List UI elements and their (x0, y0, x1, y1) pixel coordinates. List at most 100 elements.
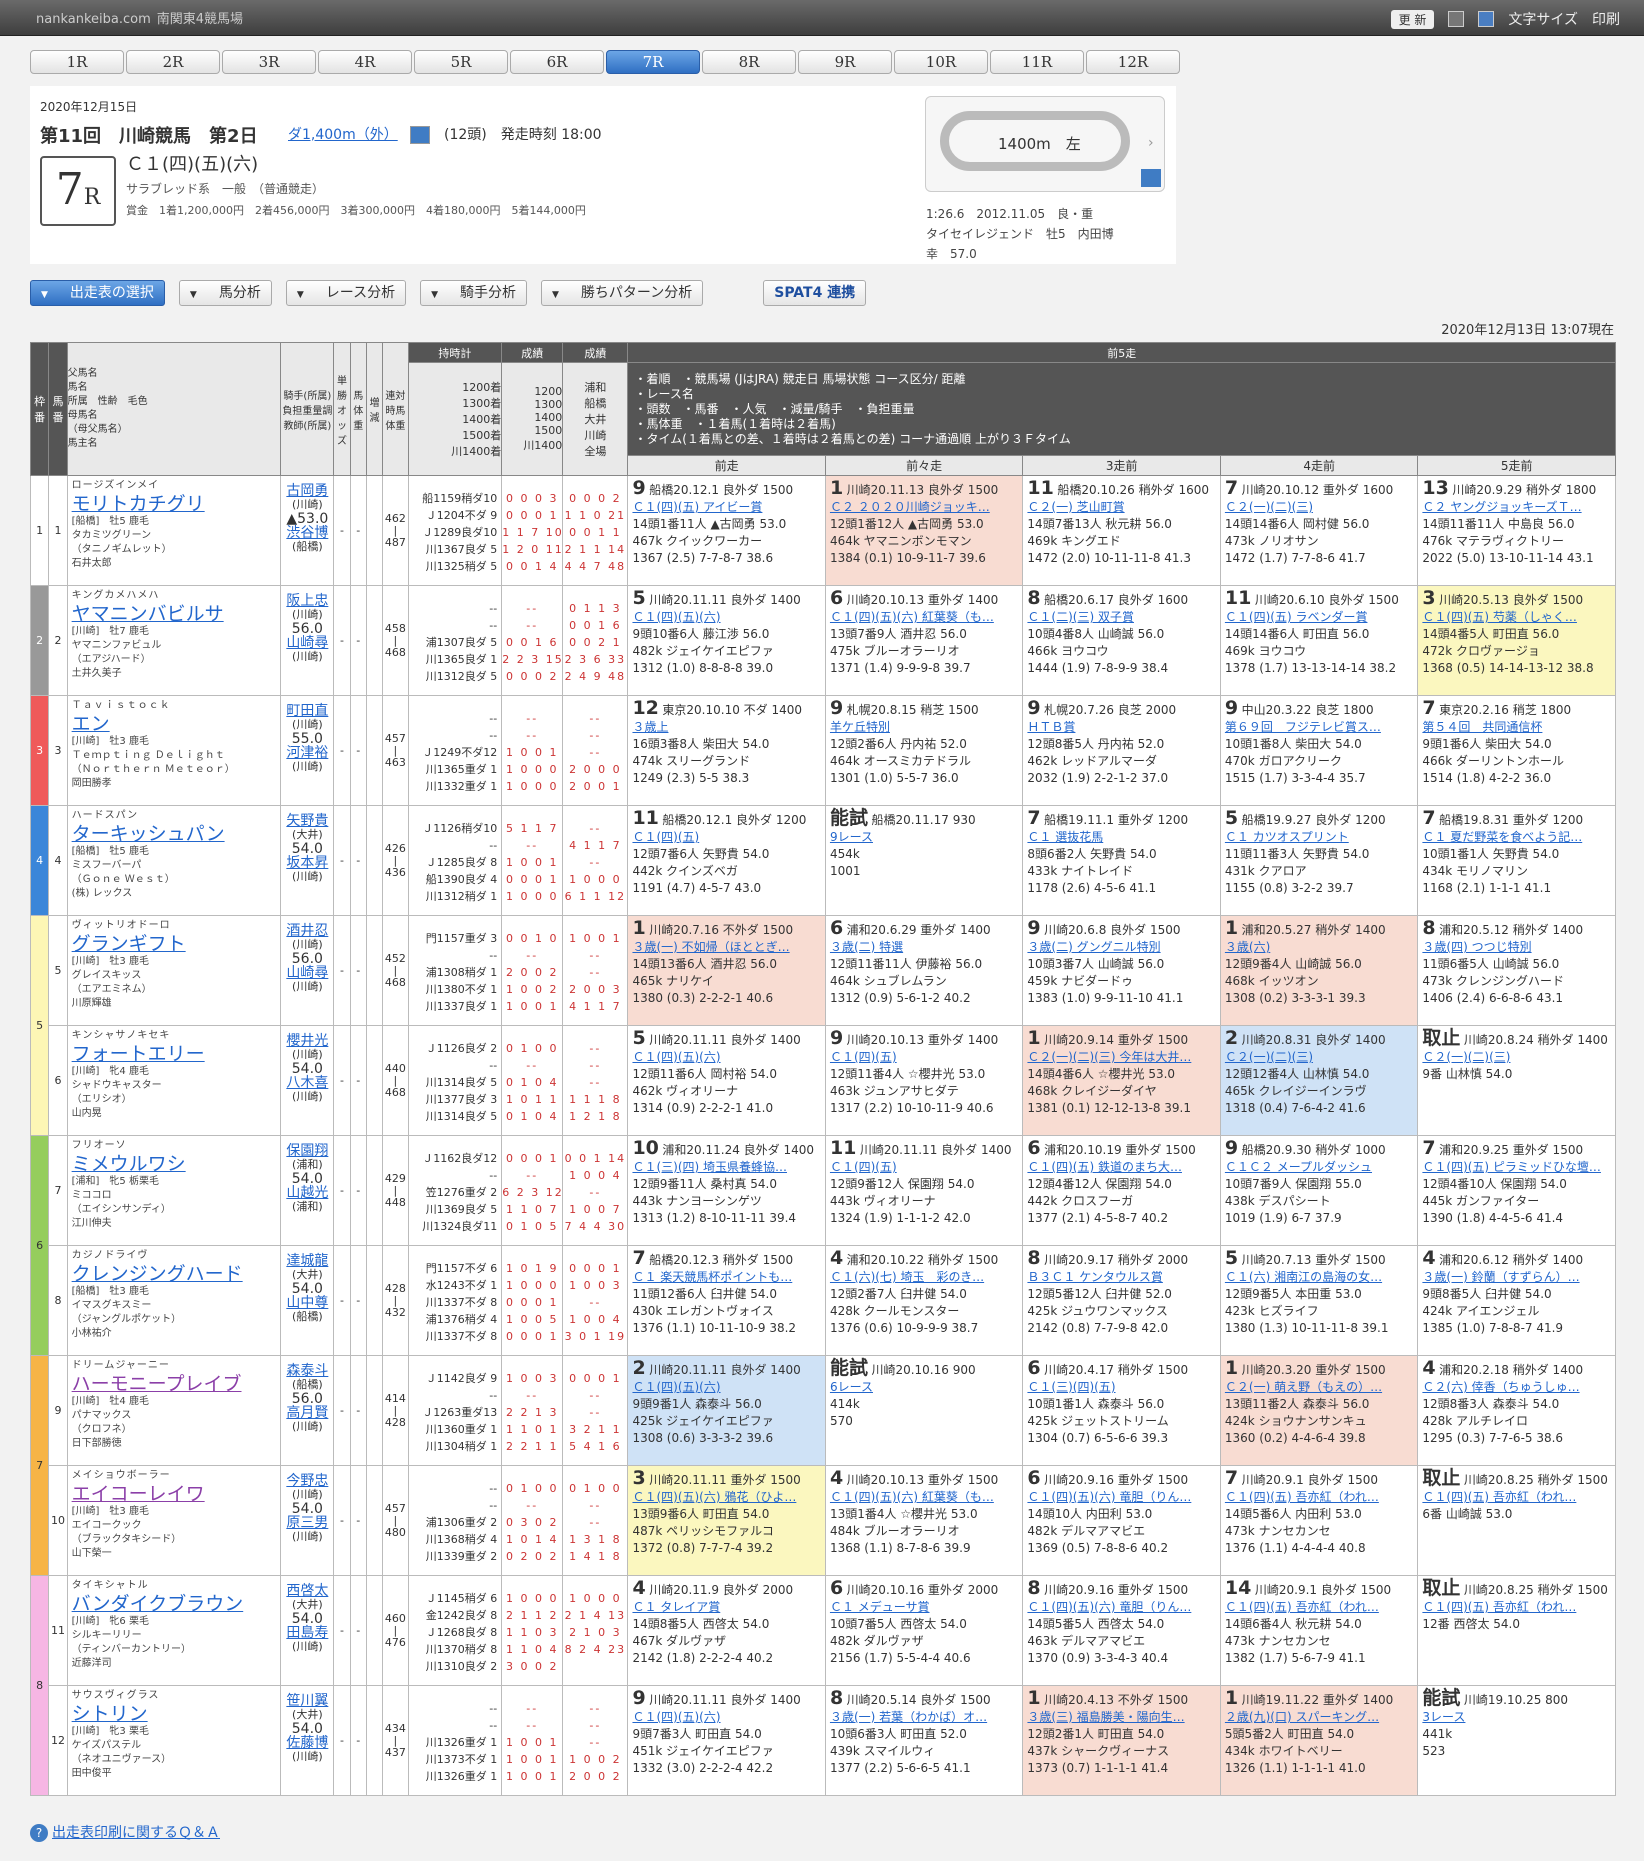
trainer-link[interactable]: 渋谷博 (282, 526, 333, 540)
trainer-link[interactable]: 坂本昇 (282, 856, 333, 870)
horse-name-link[interactable]: クレンジングハード (72, 1263, 277, 1285)
past-race-link[interactable]: Ｃ１(四)(五)(六) 鴉花（ひよ… (632, 1489, 820, 1506)
past-race-link[interactable]: Ｃ２(一) 芝山町賞 (1027, 499, 1215, 516)
past-race-link[interactable]: Ｃ１ メデューサ賞 (830, 1599, 1018, 1616)
past-race-link[interactable]: Ｃ１(四)(五) 吾亦紅（われ… (1225, 1599, 1413, 1616)
past-race-link[interactable]: 第５４回 共同通信杯 (1422, 719, 1611, 736)
horse-analysis-button[interactable]: ▼ 馬分析 (178, 280, 272, 306)
past-race-link[interactable]: Ｃ１(四)(五)(六) 竜胆（りん… (1027, 1599, 1215, 1616)
past-race-link[interactable]: Ｃ１(四)(五) (830, 1049, 1018, 1066)
past-race-link[interactable]: Ｃ２(一)(二)(三) 今年は大井… (1027, 1049, 1215, 1066)
refresh-button[interactable]: 更 新 (1390, 9, 1435, 29)
horse-name-link[interactable]: エン (72, 713, 277, 735)
trainer-link[interactable]: 田島寿 (282, 1626, 333, 1640)
tab-6r[interactable]: 6R (510, 50, 604, 74)
past-race-link[interactable]: Ｃ１(三)(四)(五) (1027, 1379, 1215, 1396)
jockey-link[interactable]: 西啓太 (282, 1584, 333, 1598)
past-race-link[interactable]: ３歳(六) (1225, 939, 1413, 956)
jockey-link[interactable]: 古岡勇 (282, 484, 333, 498)
jockey-analysis-button[interactable]: ▼ 騎手分析 (420, 280, 527, 306)
tab-1r[interactable]: 1R (30, 50, 124, 74)
course-diagram[interactable]: 1400m 左 › (925, 96, 1165, 192)
past-race-link[interactable]: Ｃ１(六) 湘南江の島海の女… (1225, 1269, 1413, 1286)
course-map-icon[interactable] (410, 126, 430, 144)
past-race-link[interactable]: Ｃ１(四)(五)(六) (632, 1709, 820, 1726)
past-race-link[interactable]: Ｃ２(一)(二)(三) (1422, 1049, 1611, 1066)
horse-name-link[interactable]: ミメウルワシ (72, 1153, 277, 1175)
font-size-label[interactable]: 文字サイズ (1508, 9, 1578, 29)
trainer-link[interactable]: 八木喜 (282, 1076, 333, 1090)
past-race-link[interactable]: ３歳(一) 鈴蘭（すずらん）… (1422, 1269, 1611, 1286)
chevron-right-icon[interactable]: › (1148, 135, 1154, 151)
past-race-link[interactable]: Ｃ１ 選抜花馬 (1027, 829, 1215, 846)
jockey-link[interactable]: 笹川翼 (282, 1694, 333, 1708)
past-race-link[interactable]: ３歳(一) 不如帰（ほととぎ… (632, 939, 820, 956)
past-race-link[interactable]: Ｃ１(四)(五) 芍薬（しゃく… (1422, 609, 1611, 626)
past-race-link[interactable]: Ｃ１(二)(三) 双子賞 (1027, 609, 1215, 626)
trainer-link[interactable]: 山越光 (282, 1186, 333, 1200)
past-race-link[interactable]: Ｃ１(四)(五) ピラミッドひな壇… (1422, 1159, 1611, 1176)
print-button[interactable]: 印刷 (1592, 9, 1620, 29)
jockey-link[interactable]: 森泰斗 (282, 1364, 333, 1378)
font-medium-icon[interactable] (1478, 11, 1495, 27)
past-race-link[interactable]: Ｃ１(四)(五)(六) (632, 1379, 820, 1396)
past-race-link[interactable]: 6レース (830, 1379, 1018, 1396)
jockey-link[interactable]: 今野忠 (282, 1474, 333, 1488)
past-race-link[interactable]: ＨＴＢ賞 (1027, 719, 1215, 736)
tab-5r[interactable]: 5R (414, 50, 508, 74)
past-race-link[interactable]: Ｂ３Ｃ１ ケンタウルス賞 (1027, 1269, 1215, 1286)
past-race-link[interactable]: Ｃ１(四)(五) ラベンダー賞 (1225, 609, 1413, 626)
horse-name-link[interactable]: フォートエリー (72, 1043, 277, 1065)
footer-link[interactable]: ? 出走表印刷に関するＱ＆Ａ (30, 1822, 220, 1842)
horse-name-link[interactable]: シトリン (72, 1703, 277, 1725)
race-analysis-button[interactable]: ▼ レース分析 (285, 280, 407, 306)
past-race-link[interactable]: Ｃ１(四)(五)(六) (632, 1049, 820, 1066)
trainer-link[interactable]: 高月賢 (282, 1406, 333, 1420)
past-race-link[interactable]: Ｃ１ 楽天競馬杯ポイントも… (632, 1269, 820, 1286)
past-race-link[interactable]: ３歳(二) グングニル特別 (1027, 939, 1215, 956)
past-race-link[interactable]: Ｃ１(四)(五) アイビー賞 (632, 499, 820, 516)
past-race-link[interactable]: ３歳上 (632, 719, 820, 736)
past-race-link[interactable]: Ｃ１(四)(五)(六) 紅葉葵（も… (830, 609, 1018, 626)
tab-10r[interactable]: 10R (894, 50, 988, 74)
jockey-link[interactable]: 矢野貴 (282, 814, 333, 828)
past-race-link[interactable]: Ｃ１(四)(五)(六) 紅葉葵（も… (830, 1489, 1018, 1506)
tab-12r[interactable]: 12R (1086, 50, 1180, 74)
past-race-link[interactable]: Ｃ１ カツオスプリント (1225, 829, 1413, 846)
past-race-link[interactable]: Ｃ２(一)(二)(三) (1225, 1049, 1413, 1066)
past-race-link[interactable]: Ｃ１ 夏だ野菜を食べよう記… (1422, 829, 1611, 846)
past-race-link[interactable]: 3レース (1422, 1709, 1611, 1726)
tab-7r[interactable]: 7R (606, 50, 700, 74)
trainer-link[interactable]: 山崎尋 (282, 966, 333, 980)
past-race-link[interactable]: ３歳(四) つつじ特別 (1422, 939, 1611, 956)
past-race-link[interactable]: Ｃ１(四)(五)(六) 竜胆（りん… (1027, 1489, 1215, 1506)
jockey-link[interactable]: 阪上忠 (282, 594, 333, 608)
tab-11r[interactable]: 11R (990, 50, 1084, 74)
past-race-link[interactable]: Ｃ２(六) 倖香（ちゅうしゅ… (1422, 1379, 1611, 1396)
past-race-link[interactable]: Ｃ１(六)(七) 埼玉 彩のき… (830, 1269, 1018, 1286)
jockey-link[interactable]: 櫻井光 (282, 1034, 333, 1048)
course-map-icon[interactable] (1141, 169, 1161, 187)
past-race-link[interactable]: 9レース (830, 829, 1018, 846)
past-race-link[interactable]: Ｃ１(三)(四) 埼玉県養蜂協… (632, 1159, 820, 1176)
past-race-link[interactable]: Ｃ２(一) 萌え野（もえの）… (1225, 1379, 1413, 1396)
tab-8r[interactable]: 8R (702, 50, 796, 74)
win-pattern-button[interactable]: ▼ 勝ちパターン分析 (541, 280, 704, 306)
jockey-link[interactable]: 酒井忍 (282, 924, 333, 938)
jockey-link[interactable]: 保園翔 (282, 1144, 333, 1158)
past-race-link[interactable]: Ｃ２ ２０２０川崎ジョッキ… (830, 499, 1018, 516)
jockey-link[interactable]: 町田直 (282, 704, 333, 718)
past-race-link[interactable]: ３歳(三) 福島勝美・陽向生… (1027, 1709, 1215, 1726)
select-entry-button[interactable]: ▼ 出走表の選択 (30, 280, 165, 306)
trainer-link[interactable]: 山崎尋 (282, 636, 333, 650)
past-race-link[interactable]: Ｃ１Ｃ２ メープルダッシュ (1225, 1159, 1413, 1176)
tab-4r[interactable]: 4R (318, 50, 412, 74)
tab-2r[interactable]: 2R (126, 50, 220, 74)
past-race-link[interactable]: Ｃ２(一)(二)(三) (1225, 499, 1413, 516)
past-race-link[interactable]: 羊ケ丘特別 (830, 719, 1018, 736)
past-race-link[interactable]: ３歳(二) 特選 (830, 939, 1018, 956)
trainer-link[interactable]: 原三男 (282, 1516, 333, 1530)
tab-9r[interactable]: 9R (798, 50, 892, 74)
spat4-button[interactable]: SPAT4 連携 (763, 280, 867, 306)
past-race-link[interactable]: Ｃ１(四)(五) (632, 829, 820, 846)
